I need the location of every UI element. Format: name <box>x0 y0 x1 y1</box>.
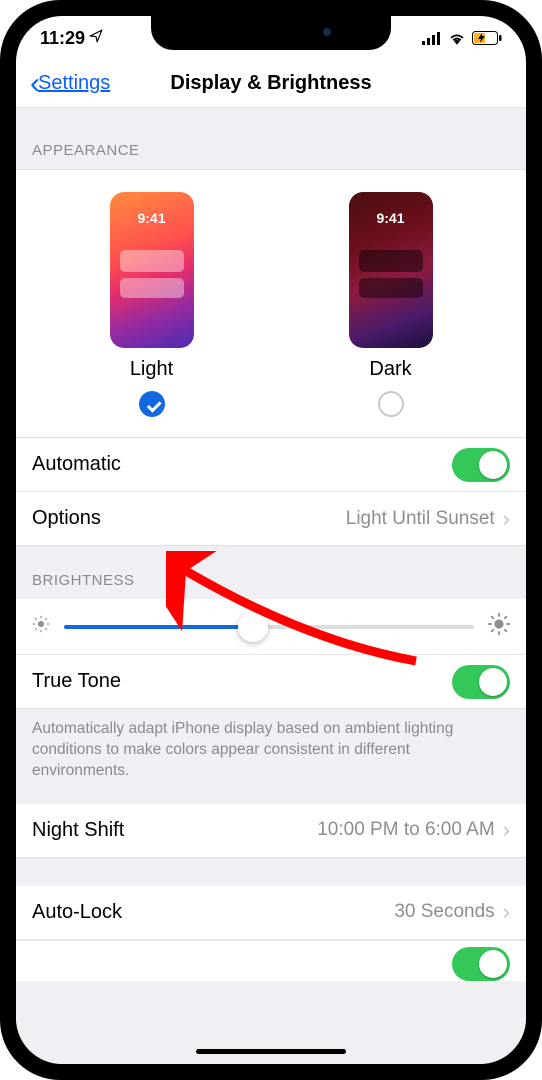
slider-thumb[interactable] <box>238 612 268 642</box>
content-scroll[interactable]: APPEARANCE 9:41 Light 9:41 <box>16 108 526 1064</box>
partial-toggle[interactable] <box>452 947 510 981</box>
page-title: Display & Brightness <box>170 72 371 95</box>
brightness-section-header: BRIGHTNESS <box>16 546 526 599</box>
status-right <box>422 31 502 45</box>
battery-charging-icon <box>472 31 502 45</box>
preview-time: 9:41 <box>349 210 433 226</box>
sun-max-icon <box>488 613 510 640</box>
options-row[interactable]: Options Light Until Sunset › <box>16 492 526 546</box>
device-frame: 11:29 ‹ Settings Display & Br <box>0 0 542 1080</box>
night-shift-row[interactable]: Night Shift 10:00 PM to 6:00 AM › <box>16 804 526 858</box>
auto-lock-label: Auto-Lock <box>32 901 122 924</box>
nav-bar: ‹ Settings Display & Brightness <box>16 60 526 108</box>
chevron-right-icon: › <box>503 817 510 843</box>
true-tone-footer: Automatically adapt iPhone display based… <box>16 709 526 804</box>
preview-card <box>359 250 423 272</box>
spacer <box>16 858 526 886</box>
sun-min-icon <box>32 615 50 638</box>
brightness-slider[interactable] <box>64 625 474 629</box>
chevron-right-icon: › <box>503 899 510 925</box>
preview-time: 9:41 <box>110 210 194 226</box>
auto-lock-value: 30 Seconds <box>394 901 494 923</box>
light-mode-option[interactable]: 9:41 Light <box>37 192 266 417</box>
automatic-label: Automatic <box>32 453 121 476</box>
preview-card <box>120 278 184 298</box>
status-left: 11:29 <box>40 28 103 49</box>
dark-mode-option[interactable]: 9:41 Dark <box>276 192 505 417</box>
options-value: Light Until Sunset <box>346 508 495 530</box>
appearance-section-header: APPEARANCE <box>16 108 526 169</box>
automatic-row: Automatic <box>16 438 526 492</box>
status-time: 11:29 <box>40 28 85 49</box>
notch <box>151 16 391 50</box>
auto-lock-group: Auto-Lock 30 Seconds › <box>16 886 526 981</box>
back-button[interactable]: Settings <box>38 72 110 95</box>
dark-mode-label: Dark <box>369 358 411 381</box>
brightness-group: True Tone <box>16 599 526 709</box>
chevron-right-icon: › <box>503 506 510 532</box>
night-shift-group: Night Shift 10:00 PM to 6:00 AM › <box>16 804 526 858</box>
screen: 11:29 ‹ Settings Display & Br <box>16 16 526 1064</box>
appearance-group: 9:41 Light 9:41 Dark <box>16 169 526 546</box>
true-tone-toggle[interactable] <box>452 665 510 699</box>
dark-mode-preview: 9:41 <box>349 192 433 348</box>
dark-mode-radio-unchecked-icon[interactable] <box>378 391 404 417</box>
location-arrow-icon <box>89 29 103 48</box>
light-mode-radio-checked-icon[interactable] <box>139 391 165 417</box>
wifi-icon <box>448 31 466 45</box>
appearance-mode-row: 9:41 Light 9:41 Dark <box>16 170 526 421</box>
options-label: Options <box>32 507 101 530</box>
true-tone-row: True Tone <box>16 655 526 709</box>
preview-card <box>359 278 423 298</box>
brightness-slider-row <box>16 599 526 655</box>
night-shift-value: 10:00 PM to 6:00 AM <box>317 819 494 841</box>
true-tone-label: True Tone <box>32 670 121 693</box>
preview-card <box>120 250 184 272</box>
light-mode-preview: 9:41 <box>110 192 194 348</box>
cellular-signal-icon <box>422 31 442 45</box>
light-mode-label: Light <box>130 358 173 381</box>
automatic-toggle[interactable] <box>452 448 510 482</box>
night-shift-label: Night Shift <box>32 819 124 842</box>
home-indicator[interactable] <box>196 1049 346 1054</box>
auto-lock-row[interactable]: Auto-Lock 30 Seconds › <box>16 886 526 940</box>
partial-row <box>16 940 526 981</box>
